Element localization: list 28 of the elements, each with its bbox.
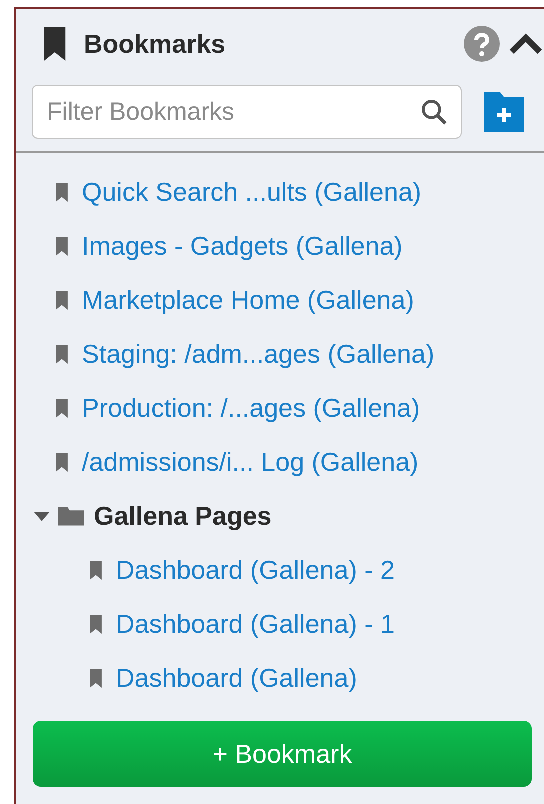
bookmark-icon bbox=[56, 236, 68, 256]
bookmark-link[interactable]: Dashboard (Gallena) - 2 bbox=[116, 554, 395, 586]
add-bookmark-button[interactable]: + Bookmark bbox=[33, 721, 532, 787]
bookmark-icon bbox=[56, 344, 68, 364]
panel-title: Bookmarks bbox=[84, 28, 227, 60]
folder-icon bbox=[58, 506, 84, 526]
filter-field[interactable]: Filter Bookmarks bbox=[32, 85, 462, 139]
folder-label[interactable]: Gallena Pages bbox=[94, 500, 272, 532]
bookmark-icon bbox=[56, 452, 68, 472]
bookmark-link[interactable]: Quick Search ...ults (Gallena) bbox=[82, 176, 422, 208]
bookmark-icon bbox=[56, 182, 68, 202]
search-icon bbox=[420, 98, 448, 126]
bookmark-link[interactable]: Images - Gadgets (Gallena) bbox=[82, 230, 403, 262]
new-folder-icon[interactable] bbox=[484, 92, 524, 132]
bookmark-link[interactable]: Marketplace Home (Gallena) bbox=[82, 284, 414, 316]
bookmark-link[interactable]: /admissions/i... Log (Gallena) bbox=[82, 446, 419, 478]
bookmark-icon bbox=[90, 560, 102, 580]
bookmark-icon bbox=[44, 27, 66, 61]
bookmark-link[interactable]: Dashboard (Gallena) - 1 bbox=[116, 608, 395, 640]
collapse-icon[interactable] bbox=[508, 32, 544, 56]
bookmark-icon bbox=[90, 614, 102, 634]
bookmark-icon bbox=[56, 398, 68, 418]
bookmark-link[interactable]: Production: /...ages (Gallena) bbox=[82, 392, 420, 424]
bookmark-icon bbox=[90, 668, 102, 688]
bookmark-link[interactable]: Staging: /adm...ages (Gallena) bbox=[82, 338, 435, 370]
bookmark-link[interactable]: Dashboard (Gallena) bbox=[116, 662, 358, 694]
bookmark-icon bbox=[56, 290, 68, 310]
help-icon[interactable] bbox=[464, 26, 500, 62]
